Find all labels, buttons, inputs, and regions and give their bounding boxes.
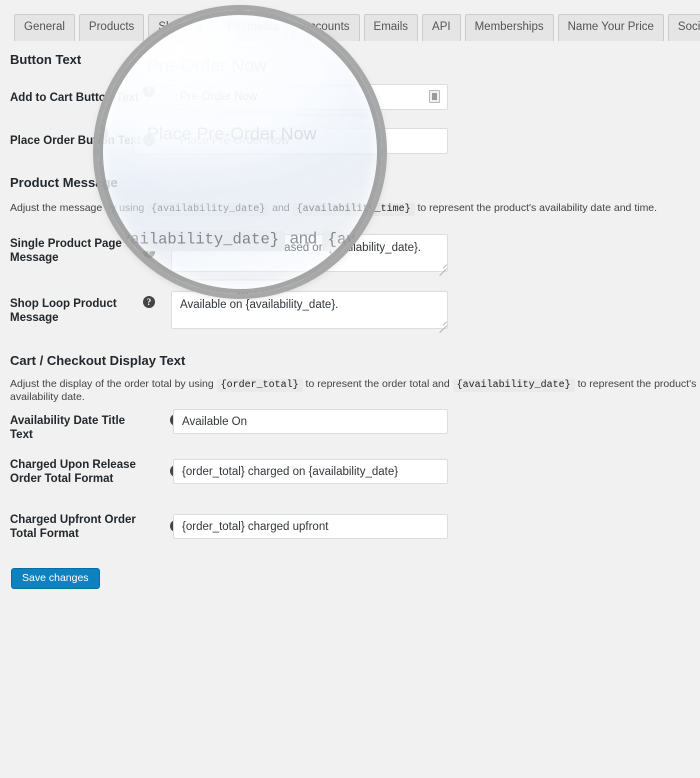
tab-name-your-price[interactable]: Name Your Price bbox=[557, 14, 664, 41]
section-title-cart-checkout: Cart / Checkout Display Text bbox=[10, 353, 186, 368]
label-shop-loop-product-message: Shop Loop Product Message bbox=[10, 298, 117, 324]
save-changes-button[interactable]: Save changes bbox=[11, 568, 100, 589]
section-title-button-text: Button Text bbox=[10, 52, 82, 67]
label-single-product-page-message: Single Product Page Message bbox=[10, 238, 122, 264]
token-order-total: {order_total} bbox=[216, 379, 303, 392]
help-icon-single-product-page-message[interactable]: ? bbox=[143, 246, 155, 258]
input-place-order-button-text[interactable] bbox=[171, 128, 448, 154]
settings-page: General Products Shipping Payments Accounts E… bbox=[0, 0, 700, 778]
tab-emails[interactable]: Emails bbox=[363, 14, 419, 41]
tab-shipping[interactable]: Shipping bbox=[148, 14, 214, 41]
label-availability-date-title-text: Availability Date Title Text bbox=[10, 415, 126, 441]
input-charged-upfront-order-total-format[interactable] bbox=[173, 514, 448, 539]
token-availability-date: {availability_date} bbox=[147, 203, 270, 216]
token-availability-time: {availability_time} bbox=[292, 203, 415, 216]
help-icon-add-to-cart-button-text[interactable]: ? bbox=[143, 85, 155, 97]
label-charged-upfront-order-total-format: Charged Upfront Order Total Format bbox=[10, 514, 136, 540]
settings-tab-bar[interactable]: General Products Shipping Payments Accounts E… bbox=[14, 14, 700, 41]
tab-general[interactable]: General bbox=[14, 14, 75, 41]
section-title-product-message: Product Message bbox=[10, 175, 118, 190]
help-icon-shop-loop-product-message[interactable]: ? bbox=[143, 296, 155, 308]
tab-products[interactable]: Products bbox=[78, 14, 145, 41]
input-availability-date-title-text[interactable] bbox=[173, 409, 448, 434]
tab-accounts[interactable]: Accounts bbox=[292, 14, 360, 41]
label-add-to-cart-button-text: Add to Cart Button Text bbox=[10, 92, 139, 104]
textarea-shop-loop-product-message[interactable] bbox=[171, 291, 448, 329]
product-message-desc-suffix: to represent the product's availability … bbox=[414, 202, 658, 214]
help-icon-place-order-button-text[interactable]: ? bbox=[143, 134, 155, 146]
token-availability-date-cart: {availability_date} bbox=[452, 379, 575, 392]
cart-desc-prefix: Adjust the display of the order total by… bbox=[10, 378, 217, 390]
tab-api[interactable]: API bbox=[422, 14, 461, 41]
tab-payments[interactable]: Payments bbox=[217, 14, 289, 41]
cart-desc-mid: to represent the order total and bbox=[302, 378, 453, 390]
textarea-single-product-page-message[interactable] bbox=[171, 234, 448, 272]
label-place-order-button-text: Place Order Button Text bbox=[10, 135, 141, 147]
tab-social-login[interactable]: Social Login bbox=[667, 14, 700, 41]
section-desc-product-message: Adjust the message by using {availabilit… bbox=[10, 202, 658, 216]
input-add-to-cart-button-text[interactable] bbox=[171, 84, 448, 110]
input-charged-upon-release-order-total-format[interactable] bbox=[173, 459, 448, 484]
product-message-desc-prefix: Adjust the message by using bbox=[10, 202, 148, 214]
input-add-to-cart-button-text[interactable] bbox=[133, 46, 382, 87]
label-charged-upon-release-order-total-format: Charged Upon Release Order Total Format bbox=[10, 459, 136, 485]
product-message-desc-mid: and bbox=[269, 202, 293, 214]
tab-memberships[interactable]: Memberships bbox=[464, 14, 554, 41]
help-icon-add-to-cart-button-text[interactable]: ? bbox=[98, 48, 109, 67]
autofill-icon[interactable] bbox=[429, 90, 440, 103]
section-desc-cart-checkout: Adjust the display of the order total by… bbox=[10, 378, 700, 403]
